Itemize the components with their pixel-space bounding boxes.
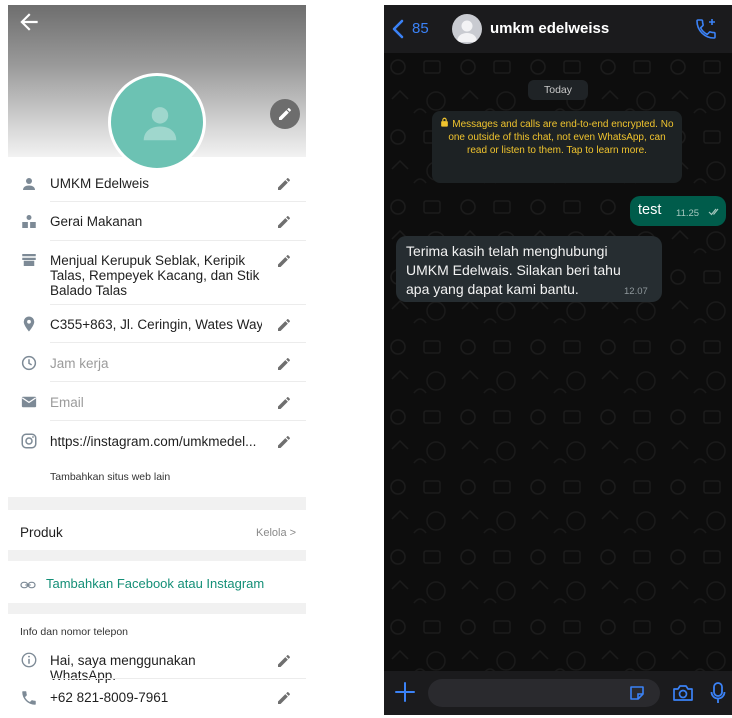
- section-divider: [8, 603, 306, 614]
- business-category-row[interactable]: Gerai Makanan: [8, 202, 306, 241]
- add-social-link[interactable]: Tambahkan Facebook atau Instagram: [46, 576, 264, 591]
- message-time: 11.25: [676, 208, 700, 219]
- manage-products-link[interactable]: Kelola >: [256, 527, 296, 539]
- instagram-icon: [21, 433, 37, 449]
- contact-avatar[interactable]: [452, 14, 482, 44]
- chat-header: 85 umkm edelweiss: [384, 5, 732, 53]
- composer-bar: [384, 671, 732, 715]
- business-website: https://instagram.com/umkmedel...: [50, 434, 257, 449]
- link-icon: [20, 581, 36, 589]
- business-address-row[interactable]: C355+863, Jl. Ceringin, Wates Way...: [8, 305, 306, 343]
- person-icon: [457, 20, 477, 42]
- business-email-row[interactable]: Email: [8, 382, 306, 421]
- pencil-icon[interactable]: [276, 434, 292, 450]
- section-divider: [8, 497, 306, 510]
- pencil-icon[interactable]: [276, 356, 292, 372]
- message-time: 12.07: [624, 286, 648, 297]
- clock-icon: [21, 355, 37, 371]
- business-profile-screen: UMKM Edelweis Gerai Makanan Menjual Keru…: [8, 5, 306, 715]
- contact-name[interactable]: umkm edelweiss: [490, 20, 609, 37]
- edit-photo-button[interactable]: [270, 99, 300, 129]
- pencil-icon[interactable]: [276, 317, 292, 333]
- pencil-icon[interactable]: [276, 653, 292, 669]
- business-description: Menjual Kerupuk Seblak, Keripik Talas, R…: [50, 253, 260, 298]
- business-address: C355+863, Jl. Ceringin, Wates Way...: [50, 317, 262, 332]
- store-category-icon: [22, 215, 36, 228]
- business-hours-placeholder: Jam kerja: [50, 356, 109, 371]
- message-input[interactable]: [428, 679, 660, 707]
- microphone-icon[interactable]: [710, 681, 726, 705]
- shop-icon: [22, 254, 36, 266]
- location-pin-icon: [23, 316, 35, 332]
- sticker-icon[interactable]: [628, 684, 646, 702]
- double-check-icon: [708, 208, 719, 216]
- business-website-row[interactable]: https://instagram.com/umkmedel...: [8, 421, 306, 459]
- add-call-icon[interactable]: [694, 17, 718, 41]
- add-website-link[interactable]: Tambahkan situs web lain: [50, 471, 170, 483]
- info-section-header: Info dan nomor telepon: [20, 626, 128, 638]
- phone-icon: [22, 691, 36, 705]
- message-text: Terima kasih telah menghubungi UMKM Edel…: [406, 243, 621, 297]
- incoming-message[interactable]: Terima kasih telah menghubungi UMKM Edel…: [396, 236, 662, 302]
- chevron-left-icon[interactable]: [390, 19, 406, 39]
- encryption-text: Messages and calls are end-to-end encryp…: [448, 119, 674, 156]
- section-divider: [8, 550, 306, 561]
- pencil-icon: [279, 108, 291, 120]
- email-icon: [21, 396, 37, 408]
- encryption-notice[interactable]: Messages and calls are end-to-end encryp…: [432, 111, 682, 183]
- phone-row[interactable]: +62 821-8009-7961: [8, 679, 306, 715]
- business-hours-row[interactable]: Jam kerja: [8, 343, 306, 382]
- business-category: Gerai Makanan: [50, 214, 143, 229]
- lock-icon: [441, 117, 449, 127]
- business-email-placeholder: Email: [50, 395, 84, 410]
- pencil-icon[interactable]: [276, 253, 292, 269]
- back-arrow-icon[interactable]: [16, 9, 42, 35]
- pencil-icon[interactable]: [276, 395, 292, 411]
- camera-icon[interactable]: [672, 683, 694, 703]
- pencil-icon[interactable]: [276, 214, 292, 230]
- products-label[interactable]: Produk: [20, 525, 63, 540]
- profile-avatar[interactable]: [108, 73, 206, 171]
- business-name: UMKM Edelweis: [50, 176, 150, 191]
- date-divider: Today: [528, 80, 588, 100]
- business-name-row[interactable]: UMKM Edelweis: [8, 165, 306, 202]
- person-icon: [143, 107, 177, 141]
- phone-number: +62 821-8009-7961: [50, 690, 169, 705]
- plus-icon[interactable]: [394, 681, 416, 703]
- chat-screen: 85 umkm edelweiss Today Messages and cal…: [384, 5, 732, 715]
- about-row[interactable]: Hai, saya menggunakan WhatsApp.: [8, 641, 306, 683]
- business-description-row[interactable]: Menjual Kerupuk Seblak, Keripik Talas, R…: [8, 241, 306, 305]
- pencil-icon[interactable]: [276, 690, 292, 706]
- person-icon: [23, 178, 35, 190]
- pencil-icon[interactable]: [276, 176, 292, 192]
- unread-count[interactable]: 85: [412, 20, 429, 37]
- message-text: test: [638, 202, 662, 218]
- outgoing-message[interactable]: test 11.25: [630, 196, 726, 226]
- info-icon: [21, 652, 37, 668]
